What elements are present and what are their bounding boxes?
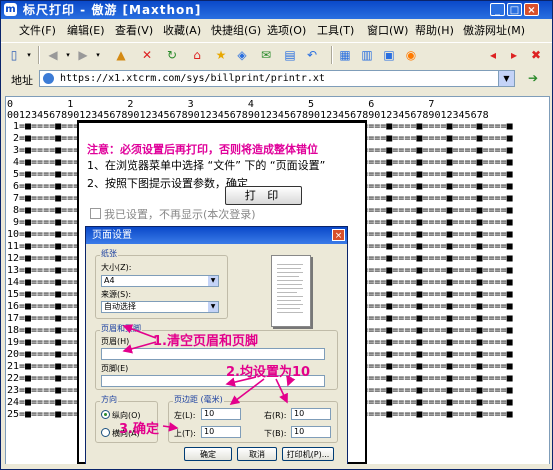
window-title: 标尺打印 - 傲游 [Maxthon] — [23, 3, 202, 17]
page-content: 0 1 2 3 4 5 6 7 001234567890123456789012… — [5, 96, 550, 466]
arrow-to-footer — [122, 341, 157, 354]
maxthon-logo-icon: m — [4, 3, 17, 16]
address-field[interactable]: https://x1.xtcrm.com/sys/billprint/print… — [39, 70, 515, 87]
sidebar-icon[interactable]: ▥ — [359, 47, 375, 63]
arrow-to-bottom-margin — [275, 378, 288, 404]
address-dropdown-icon[interactable]: ▼ — [498, 71, 514, 86]
arrow-to-top-margin — [229, 378, 265, 405]
history-icon[interactable]: ▤ — [282, 47, 298, 63]
browser-window: m 标尺打印 - 傲游 [Maxthon] _ □ × 文件(F) 编辑(E) … — [0, 0, 553, 470]
toolbar: ▯ ▾ ◀ ▾ ▶ ▾ ▲ ✕ ↻ ⌂ ★ ◈ ✉ ▤ ↶ ▦ ▥ ▣ ◉ ◂ … — [1, 42, 552, 68]
groups-icon[interactable]: ◈ — [234, 47, 250, 63]
close-window-button[interactable]: × — [524, 3, 539, 16]
maximize-button[interactable]: □ — [507, 3, 522, 16]
toolbar-separator — [331, 46, 333, 64]
next-tab-icon[interactable]: ▸ — [506, 47, 522, 63]
up-icon[interactable]: ▲ — [113, 47, 129, 63]
back-dropdown-icon[interactable]: ▾ — [64, 47, 72, 63]
minimize-button[interactable]: _ — [490, 3, 505, 16]
undo-icon[interactable]: ↶ — [304, 47, 320, 63]
new-page-icon[interactable]: ▯ — [7, 47, 21, 63]
go-arrow-icon[interactable]: ➔ — [522, 70, 544, 87]
close-tab-icon[interactable]: ✖ — [528, 47, 544, 63]
menu-groups[interactable]: 快捷组(G) — [211, 20, 261, 41]
menu-edit[interactable]: 编辑(E) — [67, 20, 105, 41]
mail-icon[interactable]: ✉ — [258, 47, 274, 63]
arrow-to-ok-button — [162, 422, 179, 432]
menu-options[interactable]: 选项(O) — [267, 20, 306, 41]
menu-tools[interactable]: 工具(T) — [317, 20, 354, 41]
window-list-icon[interactable]: ▦ — [337, 47, 353, 63]
menu-maxthon-urls[interactable]: 傲游网址(M) — [463, 20, 525, 41]
menu-window[interactable]: 窗口(W) — [367, 20, 408, 41]
stop-icon[interactable]: ✕ — [139, 47, 155, 63]
home-icon[interactable]: ⌂ — [189, 47, 205, 63]
toolbar-separator — [38, 46, 40, 64]
menu-view[interactable]: 查看(V) — [115, 20, 153, 41]
forward-icon[interactable]: ▶ — [75, 47, 91, 63]
menu-favorites[interactable]: 收藏(A) — [163, 20, 201, 41]
arrow-to-header — [122, 324, 157, 339]
address-bar: 地址 https://x1.xtcrm.com/sys/billprint/pr… — [1, 67, 552, 91]
refresh-icon[interactable]: ↻ — [164, 47, 180, 63]
menu-help[interactable]: 帮助(H) — [415, 20, 454, 41]
page-globe-icon — [43, 73, 54, 84]
forward-dropdown-icon[interactable]: ▾ — [94, 47, 102, 63]
menu-file[interactable]: 文件(F) — [19, 20, 56, 41]
title-bar: m 标尺打印 - 傲游 [Maxthon] _ □ × — [1, 1, 552, 19]
rss-icon[interactable]: ◉ — [403, 47, 419, 63]
favorites-icon[interactable]: ★ — [213, 47, 229, 63]
url-text[interactable]: https://x1.xtcrm.com/sys/billprint/print… — [60, 72, 325, 86]
save-icon[interactable]: ▣ — [381, 47, 397, 63]
menu-bar: 文件(F) 编辑(E) 查看(V) 收藏(A) 快捷组(G) 选项(O) 工具(… — [1, 20, 552, 41]
back-icon[interactable]: ◀ — [45, 47, 61, 63]
arrow-to-left-margin — [225, 376, 257, 387]
status-bar — [1, 464, 552, 469]
new-page-dropdown-icon[interactable]: ▾ — [25, 47, 33, 63]
arrow-to-right-margin — [286, 375, 296, 387]
annotation-arrows — [122, 324, 296, 432]
prev-tab-icon[interactable]: ◂ — [485, 47, 501, 63]
address-label: 地址 — [11, 74, 33, 87]
